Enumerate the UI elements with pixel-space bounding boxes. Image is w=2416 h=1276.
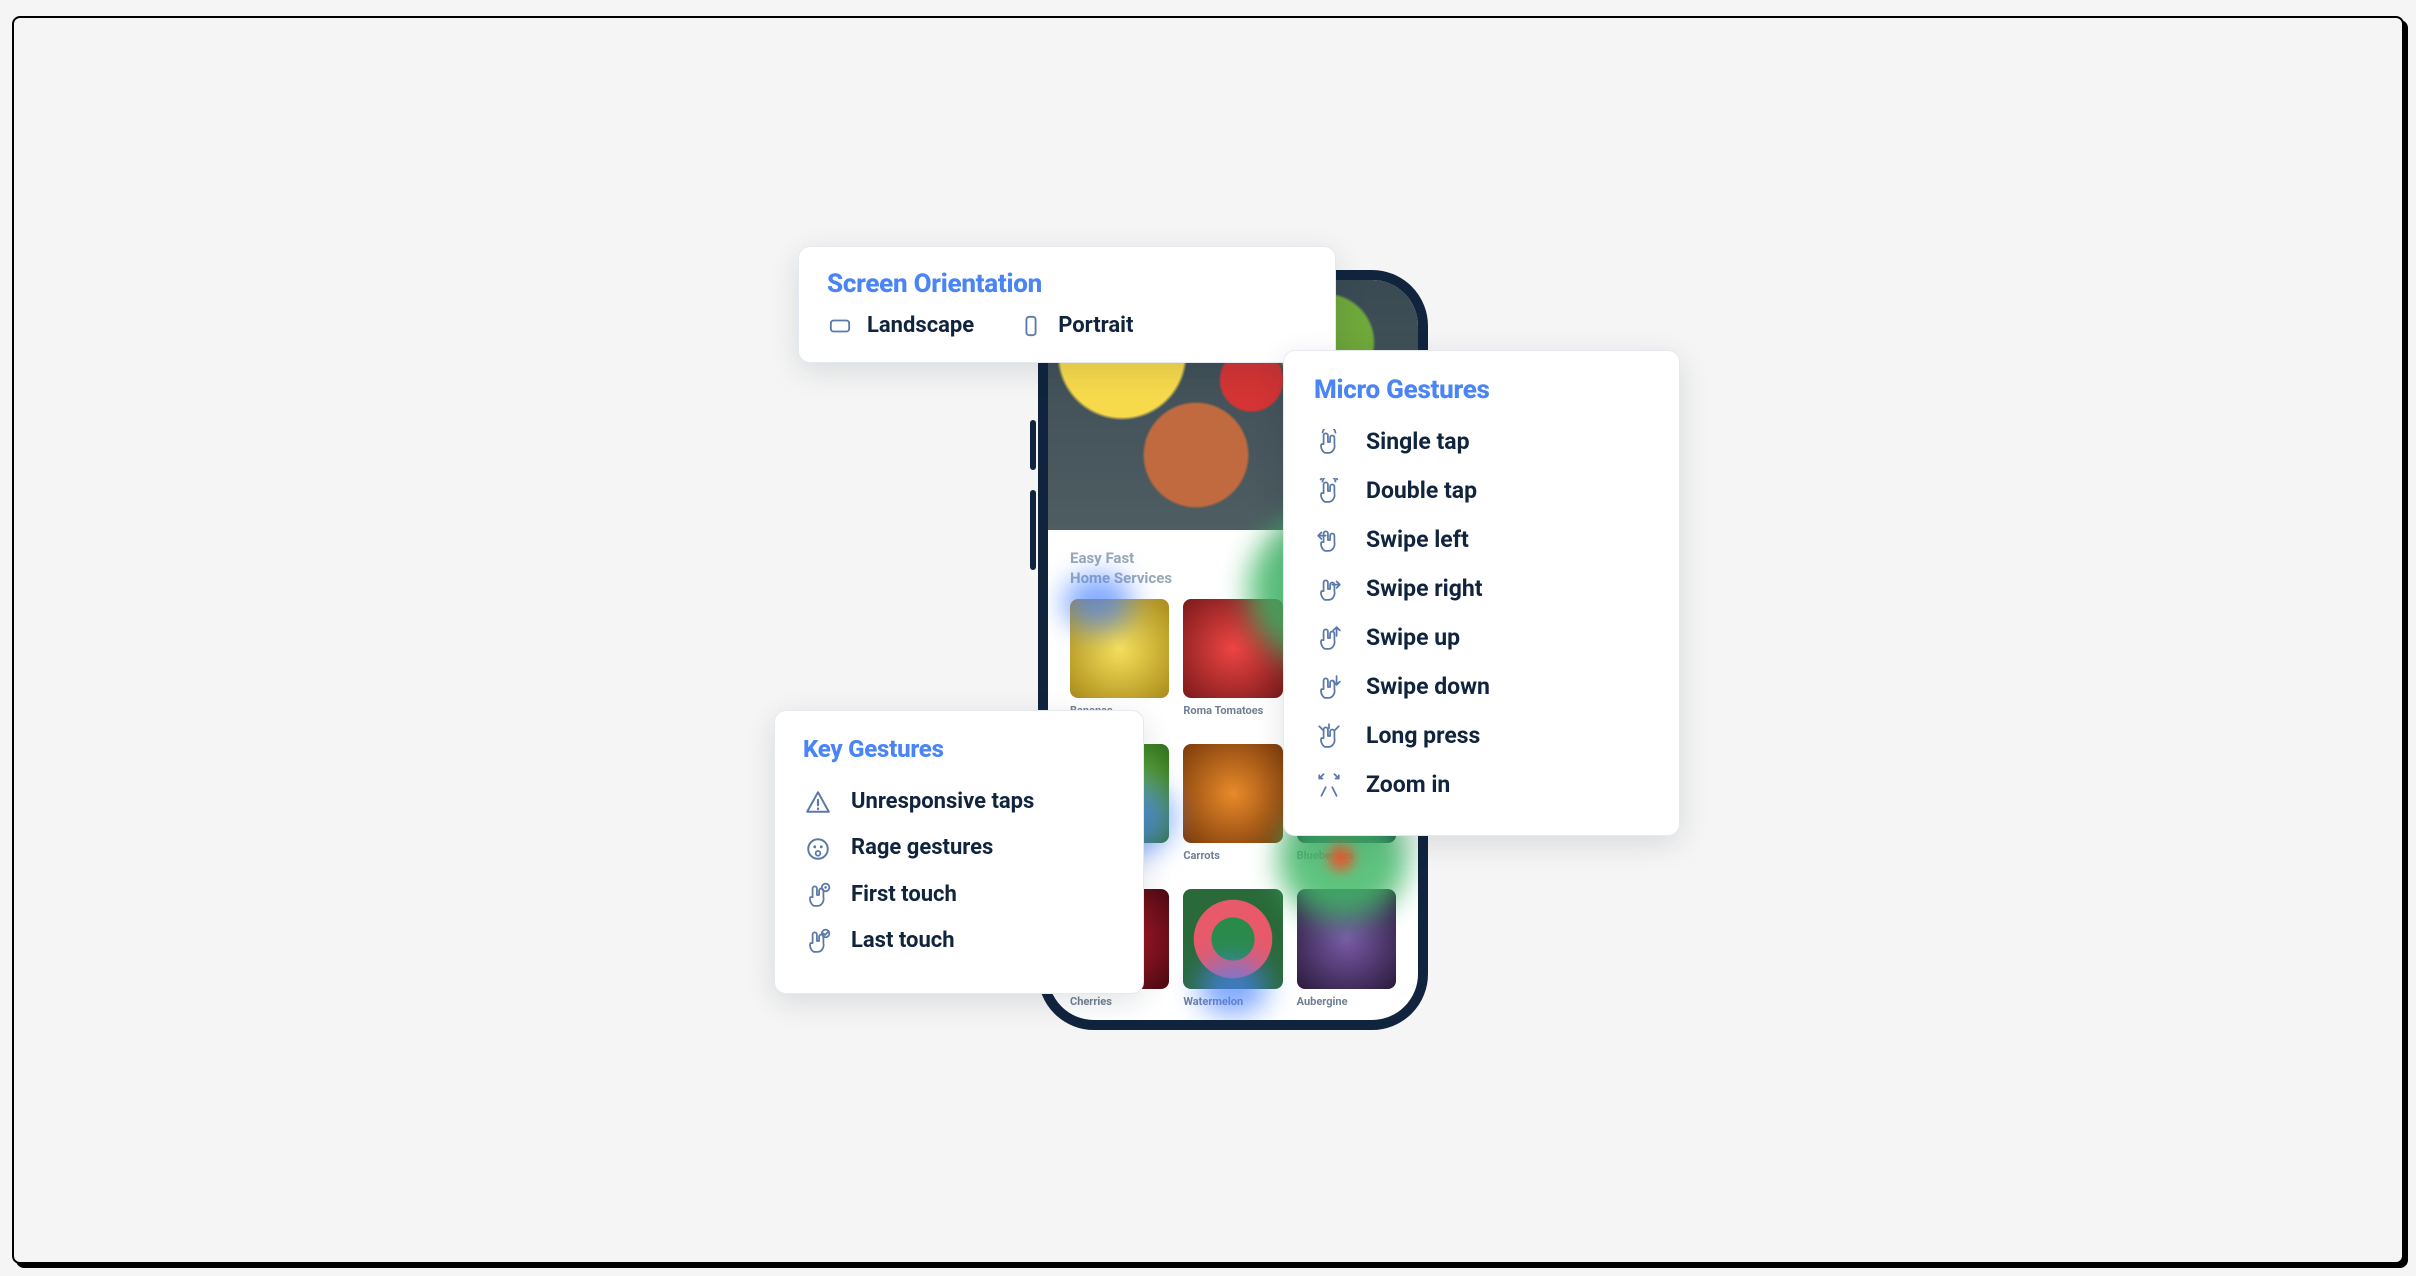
landscape-icon bbox=[827, 315, 853, 337]
phone-side-button bbox=[1030, 490, 1036, 570]
phone-heading-line1: Easy Fast bbox=[1070, 549, 1134, 567]
micro-gesture-item[interactable]: Single tap bbox=[1314, 417, 1649, 466]
orientation-option[interactable]: Landscape bbox=[827, 313, 974, 338]
product-thumb bbox=[1297, 889, 1396, 988]
product-caption: Carrots bbox=[1183, 849, 1282, 875]
first-touch-icon bbox=[803, 882, 833, 908]
micro-gesture-label: Swipe down bbox=[1366, 673, 1490, 700]
product-caption: Cherries bbox=[1070, 995, 1169, 1021]
orientation-option-label: Portrait bbox=[1058, 313, 1133, 338]
key-gestures-card: Key Gestures Unresponsive taps Rage gestu… bbox=[774, 710, 1144, 994]
warning-icon bbox=[803, 789, 833, 815]
product-caption: Roma Tomatoes bbox=[1183, 704, 1282, 730]
product-cell[interactable]: Roma Tomatoes bbox=[1183, 599, 1282, 730]
portrait-icon bbox=[1018, 315, 1044, 337]
stage: Easy Fast Home Services BananasRoma Toma… bbox=[658, 230, 1758, 1050]
key-gestures-list: Unresponsive taps Rage gestures First touc… bbox=[803, 779, 1115, 965]
micro-gesture-item[interactable]: Swipe up bbox=[1314, 613, 1649, 662]
key-gesture-label: First touch bbox=[851, 882, 1115, 908]
orientation-options: Landscape Portrait bbox=[827, 313, 1307, 338]
screen-orientation-title: Screen Orientation bbox=[827, 269, 1307, 299]
screen-orientation-card: Screen Orientation Landscape Portrait bbox=[798, 246, 1336, 363]
product-thumb bbox=[1183, 889, 1282, 988]
micro-gesture-item[interactable]: Swipe down bbox=[1314, 662, 1649, 711]
micro-gesture-item[interactable]: Double tap bbox=[1314, 466, 1649, 515]
product-cell[interactable]: Aubergine bbox=[1297, 889, 1396, 1020]
zoom-in-icon bbox=[1314, 772, 1344, 798]
micro-gesture-label: Swipe right bbox=[1366, 575, 1483, 602]
micro-gestures-card: Micro Gestures Single tap Double tap Swipe… bbox=[1283, 350, 1680, 836]
micro-gesture-label: Zoom in bbox=[1366, 771, 1450, 798]
orientation-option[interactable]: Portrait bbox=[1018, 313, 1133, 338]
product-thumb bbox=[1183, 744, 1282, 843]
product-thumb bbox=[1183, 599, 1282, 698]
key-gesture-item[interactable]: First touch bbox=[803, 872, 1115, 918]
micro-gestures-list: Single tap Double tap Swipe left Swipe righ… bbox=[1314, 417, 1649, 809]
key-gesture-item[interactable]: Last touch bbox=[803, 918, 1115, 964]
demo-frame: Easy Fast Home Services BananasRoma Toma… bbox=[12, 16, 2404, 1264]
micro-gesture-label: Swipe up bbox=[1366, 624, 1460, 651]
micro-gesture-label: Double tap bbox=[1366, 477, 1477, 504]
key-gestures-title: Key Gestures bbox=[803, 735, 1115, 763]
key-gesture-label: Unresponsive taps bbox=[851, 789, 1115, 815]
micro-gesture-item[interactable]: Swipe left bbox=[1314, 515, 1649, 564]
swipe-left-icon bbox=[1314, 527, 1344, 553]
orientation-option-label: Landscape bbox=[867, 313, 974, 338]
long-press-icon bbox=[1314, 723, 1344, 749]
micro-gesture-label: Long press bbox=[1366, 722, 1480, 749]
product-caption: Aubergine bbox=[1297, 995, 1396, 1021]
product-cell[interactable]: Watermelon bbox=[1183, 889, 1282, 1020]
key-gesture-item[interactable]: Unresponsive taps bbox=[803, 779, 1115, 825]
micro-gesture-item[interactable]: Long press bbox=[1314, 711, 1649, 760]
micro-gestures-title: Micro Gestures bbox=[1314, 375, 1649, 405]
product-thumb bbox=[1070, 599, 1169, 698]
key-gesture-label: Last touch bbox=[851, 928, 1115, 954]
swipe-right-icon bbox=[1314, 576, 1344, 602]
rage-face-icon bbox=[803, 836, 833, 862]
product-cell[interactable]: Carrots bbox=[1183, 744, 1282, 875]
micro-gesture-item[interactable]: Swipe right bbox=[1314, 564, 1649, 613]
swipe-up-icon bbox=[1314, 625, 1344, 651]
last-touch-icon bbox=[803, 928, 833, 954]
swipe-down-icon bbox=[1314, 674, 1344, 700]
product-caption: Blueberries bbox=[1297, 849, 1396, 875]
key-gesture-label: Rage gestures bbox=[851, 835, 1115, 861]
phone-side-button bbox=[1030, 420, 1036, 470]
product-caption: Watermelon bbox=[1183, 995, 1282, 1021]
phone-heading-line2: Home Services bbox=[1070, 569, 1172, 587]
double-tap-icon bbox=[1314, 478, 1344, 504]
micro-gesture-label: Swipe left bbox=[1366, 526, 1469, 553]
key-gesture-item[interactable]: Rage gestures bbox=[803, 825, 1115, 871]
single-tap-icon bbox=[1314, 429, 1344, 455]
micro-gesture-item[interactable]: Zoom in bbox=[1314, 760, 1649, 809]
micro-gesture-label: Single tap bbox=[1366, 428, 1470, 455]
